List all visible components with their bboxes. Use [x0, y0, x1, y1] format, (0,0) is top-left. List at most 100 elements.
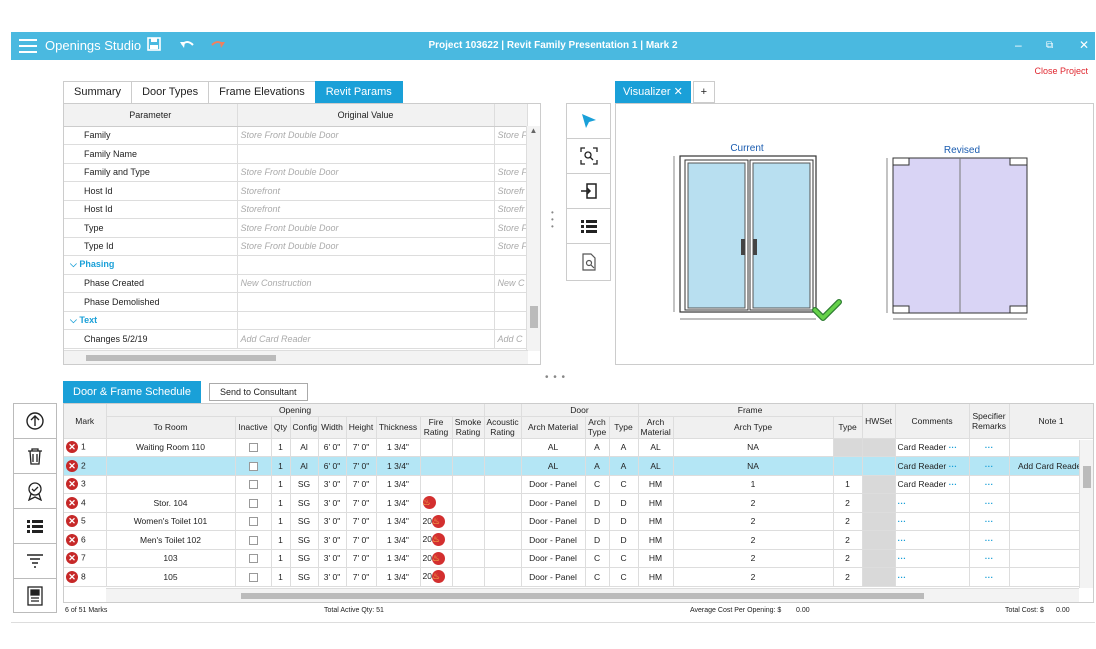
height-cell[interactable]: 7' 0"	[346, 530, 377, 550]
tab-door-frame-schedule[interactable]: Door & Frame Schedule	[63, 381, 201, 403]
width-cell[interactable]: 3' 0"	[318, 512, 347, 531]
width-cell[interactable]: 3' 0"	[318, 475, 347, 494]
smoke-rating-cell[interactable]	[452, 530, 485, 550]
params-horizontal-scrollbar[interactable]	[64, 350, 528, 364]
col-height[interactable]: Height	[346, 416, 377, 439]
door-type-cell[interactable]: C	[609, 567, 639, 587]
width-cell[interactable]: 3' 0"	[318, 549, 347, 568]
more-icon[interactable]: ···	[898, 553, 907, 563]
param-original-value[interactable]: Storefront	[237, 200, 495, 219]
smoke-rating-cell[interactable]	[452, 567, 485, 587]
door-arch-type-cell[interactable]: C	[585, 549, 610, 568]
more-icon[interactable]: ···	[985, 461, 994, 471]
tab-visualizer[interactable]: Visualizer ✕	[615, 81, 691, 103]
qty-cell[interactable]: 1	[271, 512, 291, 531]
hwset-cell[interactable]	[862, 475, 896, 494]
error-x-icon[interactable]: ✕	[66, 496, 78, 509]
param-extra-value[interactable]	[494, 144, 528, 164]
param-original-value[interactable]: Store Front Double Door	[237, 126, 495, 145]
mark-cell[interactable]: ✕ 1	[64, 438, 107, 457]
frame-type-cell[interactable]: 1	[833, 475, 863, 494]
door-material-cell[interactable]: Door - Panel	[521, 530, 586, 550]
door-type-cell[interactable]: C	[609, 549, 639, 568]
table-row[interactable]: ✕ 2 1 Al 6' 0" 7' 0" 1 3/4" AL A A AL NA Card Reader…	[64, 456, 1093, 476]
frame-type-cell[interactable]: 2	[833, 530, 863, 550]
param-row[interactable]: Family and Type Store Front Double Door St…	[64, 163, 528, 182]
frame-material-cell[interactable]: HM	[638, 549, 674, 568]
more-icon[interactable]: ···	[949, 461, 958, 471]
close-project-link[interactable]: Close Project	[1034, 66, 1088, 76]
params-vertical-scrollbar[interactable]: ▲	[526, 126, 540, 351]
qty-cell[interactable]: 1	[271, 567, 291, 587]
move-up-icon[interactable]	[13, 403, 57, 438]
inactive-checkbox[interactable]	[248, 461, 258, 471]
frame-material-cell[interactable]: HM	[638, 567, 674, 587]
more-icon[interactable]: ···	[985, 553, 994, 563]
inactive-checkbox[interactable]	[248, 554, 258, 564]
door-material-cell[interactable]: AL	[521, 456, 586, 476]
acoustic-rating-cell[interactable]	[484, 475, 522, 494]
param-extra-value[interactable]: Storefr	[494, 181, 528, 201]
select-pointer-icon[interactable]	[567, 104, 610, 139]
more-icon[interactable]: ···	[898, 516, 907, 526]
config-cell[interactable]: SG	[290, 530, 319, 550]
badge-check-icon[interactable]	[13, 473, 57, 508]
comments-cell[interactable]: ···	[895, 512, 970, 531]
thickness-cell[interactable]: 1 3/4"	[376, 567, 421, 587]
to-room-cell[interactable]: Men's Toilet 102	[106, 530, 236, 550]
col-acoustic-rating[interactable]: Acoustic Rating	[484, 416, 522, 439]
qty-cell[interactable]: 1	[271, 493, 291, 513]
section-header[interactable]: ⌵ Phasing	[64, 255, 238, 275]
acoustic-rating-cell[interactable]	[484, 549, 522, 568]
hwset-cell[interactable]	[862, 456, 896, 476]
door-type-cell[interactable]: A	[609, 438, 639, 457]
frame-type-cell[interactable]: 2	[833, 567, 863, 587]
frame-type-cell[interactable]	[833, 438, 863, 457]
param-original-value[interactable]	[237, 292, 495, 312]
error-x-icon[interactable]: ✕	[66, 533, 78, 546]
fire-rating-cell[interactable]: 20♨	[420, 512, 453, 531]
comments-cell[interactable]: Card Reader ···	[895, 475, 970, 494]
door-material-cell[interactable]: Door - Panel	[521, 475, 586, 494]
param-row[interactable]: Changes 5/2/19 Add Card Reader Add C	[64, 329, 528, 349]
param-row[interactable]: ⌵ Text	[64, 311, 528, 330]
scroll-up-icon[interactable]: ▲	[527, 126, 540, 135]
thickness-cell[interactable]: 1 3/4"	[376, 549, 421, 568]
send-to-consultant-button[interactable]: Send to Consultant	[209, 383, 308, 401]
error-x-icon[interactable]: ✕	[66, 441, 78, 454]
col-note-1[interactable]: Note 1	[1009, 404, 1093, 439]
table-row[interactable]: ✕ 7 103 1 SG 3' 0" 7' 0" 1 3/4" 20♨ Door - Panel C…	[64, 549, 1093, 568]
door-arch-type-cell[interactable]: D	[585, 493, 610, 513]
specifier-remarks-cell[interactable]: ···	[969, 530, 1010, 550]
mark-cell[interactable]: ✕ 6	[64, 530, 107, 550]
param-extra-value[interactable]: Add C	[494, 329, 528, 349]
error-x-icon[interactable]: ✕	[66, 478, 78, 491]
qty-cell[interactable]: 1	[271, 456, 291, 476]
error-x-icon[interactable]: ✕	[66, 515, 78, 528]
inactive-checkbox[interactable]	[248, 517, 258, 527]
hwset-cell[interactable]	[862, 438, 896, 457]
to-room-cell[interactable]: Waiting Room 110	[106, 438, 236, 457]
param-row[interactable]: Host Id Storefront Storefr	[64, 200, 528, 219]
fire-rating-cell[interactable]	[420, 438, 453, 457]
to-room-cell[interactable]: 103	[106, 549, 236, 568]
tab-revit-params[interactable]: Revit Params	[314, 81, 403, 103]
col-door-arch-type[interactable]: Arch Type	[585, 416, 610, 439]
thickness-cell[interactable]: 1 3/4"	[376, 512, 421, 531]
table-row[interactable]: ✕ 4 Stor. 104 1 SG 3' 0" 7' 0" 1 3/4" ♨ Door - Pa…	[64, 493, 1093, 513]
param-row[interactable]: Phase Demolished	[64, 292, 528, 312]
door-type-cell[interactable]: D	[609, 512, 639, 531]
width-cell[interactable]: 3' 0"	[318, 567, 347, 587]
smoke-rating-cell[interactable]	[452, 493, 485, 513]
table-row[interactable]: ✕ 5 Women's Toilet 101 1 SG 3' 0" 7' 0" 1 3/4" 2…	[64, 512, 1093, 531]
inactive-checkbox[interactable]	[248, 480, 258, 490]
frame-material-cell[interactable]: AL	[638, 456, 674, 476]
error-x-icon[interactable]: ✕	[66, 570, 78, 583]
frame-type-cell[interactable]	[833, 456, 863, 476]
more-icon[interactable]: ···	[898, 498, 907, 508]
door-material-cell[interactable]: Door - Panel	[521, 512, 586, 531]
door-type-cell[interactable]: C	[609, 475, 639, 494]
col-hwset[interactable]: HWSet	[862, 404, 896, 439]
panel-resize-handle[interactable]: • • •	[551, 209, 555, 231]
config-cell[interactable]: SG	[290, 493, 319, 513]
